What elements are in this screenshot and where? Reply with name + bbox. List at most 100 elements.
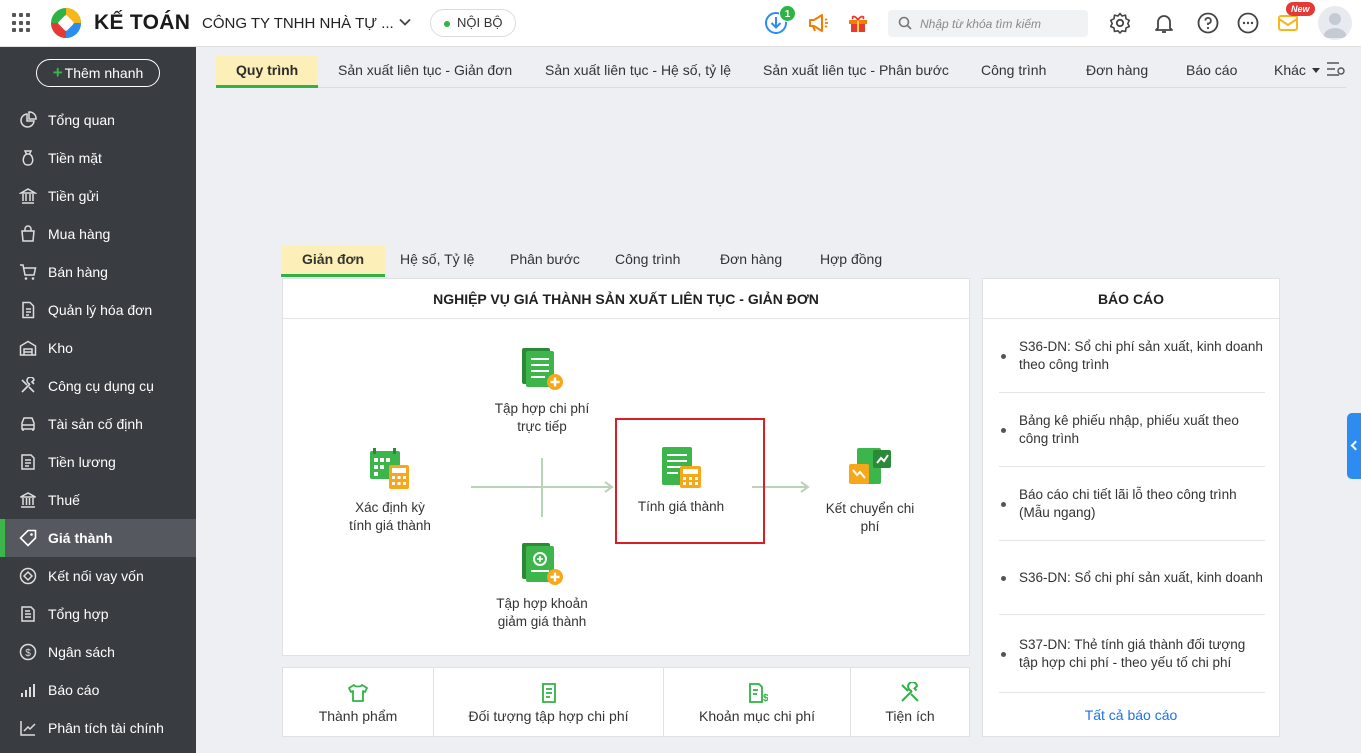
tool-label: Thành phẩm [318, 708, 398, 724]
all-reports-link[interactable]: Tất cả báo cáo [983, 707, 1279, 723]
cost-object-button[interactable]: Đối tượng tập hợp chi phí [434, 668, 663, 736]
cost-list-icon [541, 683, 556, 703]
sidebar-item-loan[interactable]: Kết nối vay vốn [0, 557, 196, 595]
sidebar-item-cash[interactable]: Tiền mặt [0, 139, 196, 177]
more-options-icon[interactable] [1236, 11, 1260, 35]
tab-reports[interactable]: Báo cáo [1186, 56, 1237, 88]
subtab-coefficient[interactable]: Hệ số, Tỷ lệ [400, 245, 474, 277]
report-item[interactable]: S36-DN: Sổ chi phí sản xuất, kinh doanh [999, 542, 1265, 615]
tax-building-icon [20, 492, 36, 508]
node-label-line1: Kết chuyển chi [825, 501, 915, 516]
right-panel-toggle[interactable] [1347, 413, 1361, 479]
help-icon[interactable] [1196, 11, 1220, 35]
apps-grid-icon[interactable] [12, 13, 32, 33]
highlight-box [615, 418, 765, 544]
sidebar-item-fixed-assets[interactable]: Tài sản cố định [0, 405, 196, 443]
tools-icon [21, 377, 35, 393]
money-bag-icon [22, 150, 34, 166]
node-transfer-cost[interactable]: Kết chuyển chi phí [812, 446, 928, 536]
node-label-line2: giảm giá thành [497, 614, 587, 629]
quick-add-button[interactable]: + Thêm nhanh [36, 59, 160, 87]
report-item[interactable]: S36-DN: Sổ chi phí sản xuất, kinh doanh … [999, 320, 1265, 393]
node-collect-reductions[interactable]: Tập hợp khoản giảm giá thành [478, 541, 606, 631]
reports-panel: BÁO CÁO S36-DN: Sổ chi phí sản xuất, kin… [982, 278, 1280, 737]
price-tag-icon [19, 529, 37, 547]
sidebar-item-cost-price[interactable]: Giá thành [0, 519, 196, 557]
node-collect-direct-cost[interactable]: Tập hợp chi phí trực tiếp [478, 346, 606, 436]
tab-continuous-step[interactable]: Sản xuất liên tục - Phân bước [763, 56, 949, 88]
sidebar-item-label: Kho [48, 340, 73, 356]
brand-name: KẾ TOÁN [94, 11, 191, 34]
reports-title: BÁO CÁO [983, 279, 1279, 319]
sidebar-item-label: Giá thành [48, 530, 113, 546]
tool-label: Khoản mục chi phí [699, 708, 815, 724]
top-bar: KẾ TOÁN CÔNG TY TNHH NHÀ TỰ ... NỘI BỘ 1 [0, 0, 1361, 47]
search-input[interactable] [920, 13, 1080, 34]
sidebar-item-budget[interactable]: $ Ngân sách [0, 633, 196, 671]
tab-continuous-simple[interactable]: Sản xuất liên tục - Giản đơn [338, 56, 512, 88]
node-label-line2: phí [860, 519, 880, 534]
sidebar-item-label: Tài sản cố định [48, 416, 143, 432]
gear-icon[interactable] [1108, 11, 1132, 35]
cost-sheet-add-icon [522, 348, 563, 390]
report-item[interactable]: Bảng kê phiếu nhập, phiếu xuất theo công… [999, 394, 1265, 467]
sidebar-item-warehouse[interactable]: Kho [0, 329, 196, 367]
megaphone-icon[interactable] [806, 11, 830, 35]
environment-badge[interactable]: NỘI BỘ [430, 9, 516, 37]
bar-chart-icon [21, 684, 35, 697]
gift-icon[interactable] [846, 11, 870, 35]
sidebar-item-label: Tổng quan [48, 112, 115, 128]
subtab-simple[interactable]: Giản đơn [281, 245, 386, 277]
node-determine-period[interactable]: Xác định kỳ tính giá thành [325, 445, 455, 535]
sidebar-item-summary[interactable]: Tổng hợp [0, 595, 196, 633]
reduction-sheet-add-icon [522, 543, 563, 585]
calendar-calculator-icon [370, 448, 409, 489]
node-label-line2: trực tiếp [517, 419, 567, 434]
search-icon [898, 16, 912, 30]
tools-bar: Thành phẩm Đối tượng tập hợp chi phí $ K… [282, 667, 970, 737]
report-item[interactable]: Báo cáo chi tiết lãi lỗ theo công trình … [999, 468, 1265, 541]
finished-goods-button[interactable]: Thành phẩm [283, 668, 433, 736]
tool-label: Tiện ích [885, 708, 935, 724]
sidebar-item-tools[interactable]: Công cụ dụng cụ [0, 367, 196, 405]
cost-item-icon: $ [749, 683, 768, 704]
sidebar-item-deposits[interactable]: Tiền gửi [0, 177, 196, 215]
tab-orders[interactable]: Đơn hàng [1086, 56, 1148, 88]
transfer-chart-icon [849, 448, 891, 484]
shopping-bag-icon [21, 225, 35, 242]
chevron-down-icon[interactable] [398, 15, 412, 29]
sidebar-item-financial-analysis[interactable]: Phân tích tài chính [0, 709, 196, 747]
sidebar-item-payroll[interactable]: Tiền lương [0, 443, 196, 481]
search-box[interactable] [888, 10, 1088, 37]
tab-construction[interactable]: Công trình [981, 56, 1046, 88]
utilities-button[interactable]: Tiện ích [851, 668, 969, 736]
payroll-icon [21, 454, 35, 470]
tab-process[interactable]: Quy trình [216, 56, 319, 88]
caret-down-icon[interactable] [1312, 68, 1320, 73]
tab-more[interactable]: Khác [1274, 56, 1306, 88]
avatar[interactable] [1318, 6, 1352, 40]
process-title: NGHIỆP VỤ GIÁ THÀNH SẢN XUẤT LIÊN TỤC - … [283, 279, 969, 319]
sidebar-item-reports[interactable]: Báo cáo [0, 671, 196, 709]
company-name[interactable]: CÔNG TY TNHH NHÀ TỰ ... [202, 15, 394, 32]
sidebar-item-tax[interactable]: Thuế [0, 481, 196, 519]
subtab-contracts[interactable]: Hợp đồng [820, 245, 882, 277]
tab-continuous-coefficient[interactable]: Sản xuất liên tục - Hệ số, tỷ lệ [545, 56, 731, 88]
sidebar-item-invoices[interactable]: Quản lý hóa đơn [0, 291, 196, 329]
sidebar-item-label: Kết nối vay vốn [48, 568, 144, 584]
sidebar-item-label: Báo cáo [48, 682, 100, 698]
subtab-orders[interactable]: Đơn hàng [720, 245, 782, 277]
bell-icon[interactable] [1152, 11, 1176, 35]
sidebar-item-purchasing[interactable]: Mua hàng [0, 215, 196, 253]
tab-settings-icon[interactable] [1326, 60, 1346, 78]
wrench-icon [901, 682, 919, 702]
loan-icon [19, 567, 37, 585]
cost-item-button[interactable]: $ Khoản mục chi phí [664, 668, 850, 736]
subtab-step[interactable]: Phân bước [510, 245, 580, 277]
invoice-icon [22, 301, 35, 319]
node-label-line1: Xác định kỳ [355, 500, 425, 515]
report-item[interactable]: S37-DN: Thẻ tính giá thành đối tượng tập… [999, 616, 1265, 693]
sidebar-item-overview[interactable]: Tổng quan [0, 101, 196, 139]
subtab-construction[interactable]: Công trình [615, 245, 680, 277]
sidebar-item-sales[interactable]: Bán hàng [0, 253, 196, 291]
